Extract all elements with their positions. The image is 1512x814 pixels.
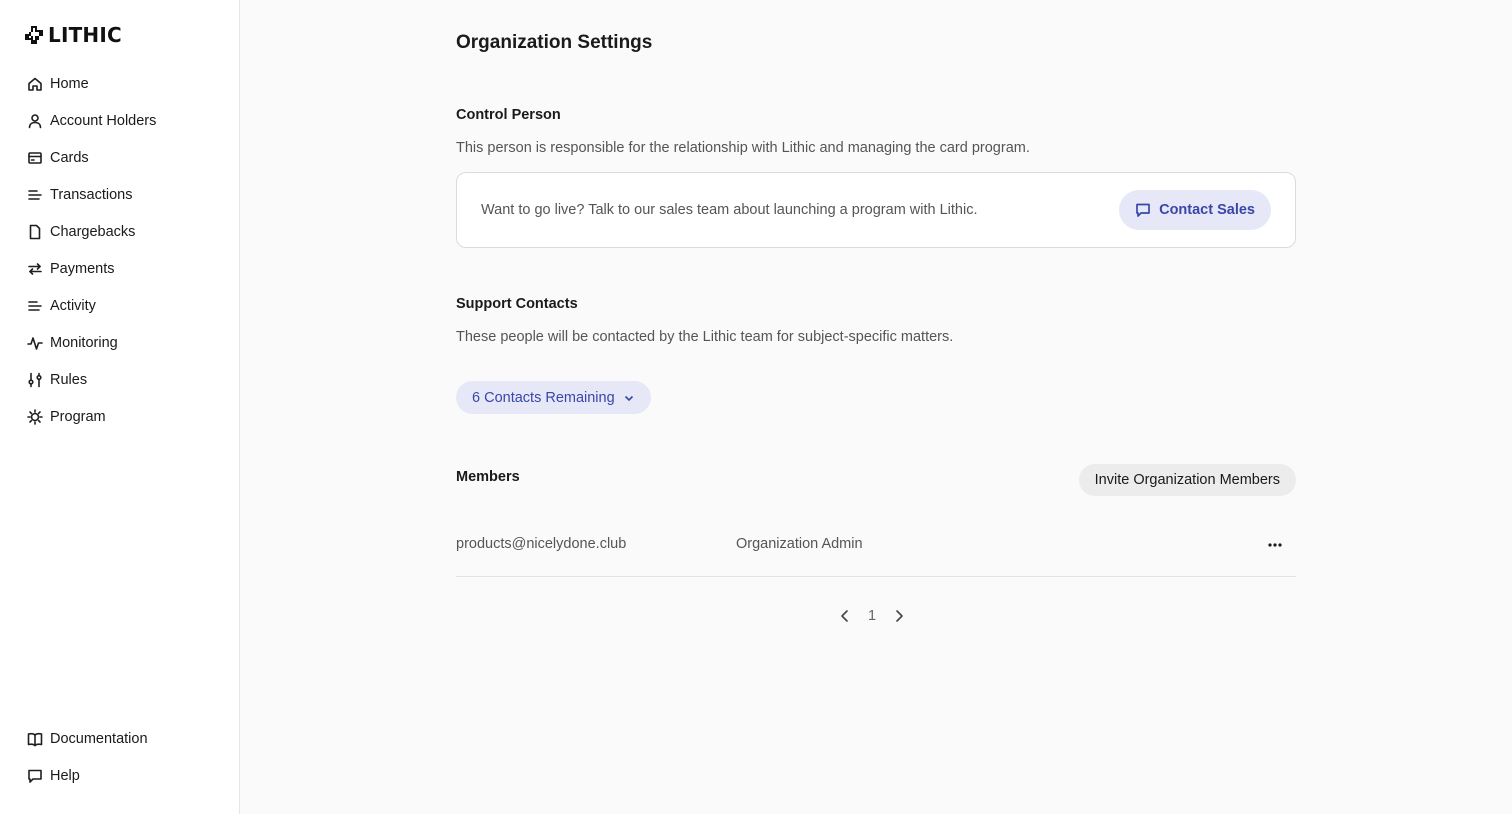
more-horizontal-icon bbox=[1268, 543, 1282, 547]
go-live-text: Want to go live? Talk to our sales team … bbox=[481, 202, 978, 218]
invite-members-button[interactable]: Invite Organization Members bbox=[1078, 464, 1296, 496]
sidebar: LITHIC Home Account Holders Cards Transa… bbox=[0, 0, 240, 814]
sidebar-item-transactions[interactable]: Transactions bbox=[18, 176, 228, 213]
member-role: Organization Admin bbox=[736, 536, 863, 552]
list-icon bbox=[26, 186, 44, 204]
table-row: products@nicelydone.club Organization Ad… bbox=[456, 522, 1296, 577]
control-person-title: Control Person bbox=[456, 107, 561, 123]
pulse-icon bbox=[26, 334, 44, 352]
sidebar-item-label: Cards bbox=[50, 149, 89, 166]
contacts-remaining-label: 6 Contacts Remaining bbox=[472, 389, 615, 406]
sidebar-item-label: Activity bbox=[50, 297, 96, 314]
current-page-number[interactable]: 1 bbox=[868, 608, 876, 624]
go-live-callout: Want to go live? Talk to our sales team … bbox=[456, 172, 1296, 248]
gear-icon bbox=[26, 408, 44, 426]
logo[interactable]: LITHIC bbox=[24, 23, 122, 47]
sidebar-item-label: Chargebacks bbox=[50, 223, 136, 240]
member-email: products@nicelydone.club bbox=[456, 536, 627, 552]
sidebar-item-label: Help bbox=[50, 767, 80, 784]
document-icon bbox=[26, 223, 44, 241]
contacts-remaining-dropdown[interactable]: 6 Contacts Remaining bbox=[456, 381, 651, 414]
contact-sales-label: Contact Sales bbox=[1159, 202, 1255, 218]
sidebar-item-payments[interactable]: Payments bbox=[18, 250, 228, 287]
sidebar-item-label: Monitoring bbox=[50, 334, 118, 351]
sidebar-item-help[interactable]: Help bbox=[18, 757, 228, 794]
list-icon bbox=[26, 297, 44, 315]
sidebar-item-cards[interactable]: Cards bbox=[18, 139, 228, 176]
lithic-logo-icon bbox=[25, 26, 43, 44]
chevron-right-icon bbox=[896, 610, 903, 622]
sidebar-item-label: Rules bbox=[50, 371, 88, 388]
book-icon bbox=[26, 730, 44, 748]
chevron-down-icon bbox=[624, 395, 633, 401]
contact-sales-button[interactable]: Contact Sales bbox=[1119, 190, 1271, 230]
card-icon bbox=[26, 149, 44, 167]
sidebar-item-label: Account Holders bbox=[50, 112, 157, 129]
page-title: Organization Settings bbox=[456, 32, 653, 53]
members-title: Members bbox=[456, 469, 520, 485]
chevron-left-icon bbox=[841, 610, 848, 622]
home-icon bbox=[26, 75, 44, 93]
sidebar-item-label: Transactions bbox=[50, 186, 133, 203]
chat-icon bbox=[1136, 203, 1150, 217]
support-contacts-description: These people will be contacted by the Li… bbox=[456, 329, 954, 345]
previous-page-button[interactable] bbox=[836, 604, 854, 628]
sidebar-bottom-nav: Documentation Help bbox=[18, 720, 228, 794]
more-options-button[interactable] bbox=[1264, 534, 1286, 556]
pagination: 1 bbox=[836, 604, 908, 628]
sidebar-nav: Home Account Holders Cards Transactions … bbox=[18, 65, 228, 435]
transfer-icon bbox=[26, 260, 44, 278]
user-icon bbox=[26, 112, 44, 130]
sidebar-item-program[interactable]: Program bbox=[18, 398, 228, 435]
control-person-description: This person is responsible for the relat… bbox=[456, 140, 1030, 156]
support-contacts-title: Support Contacts bbox=[456, 296, 578, 312]
sidebar-item-label: Documentation bbox=[50, 730, 148, 747]
sidebar-item-activity[interactable]: Activity bbox=[18, 287, 228, 324]
sidebar-item-label: Payments bbox=[50, 260, 115, 277]
sidebar-item-documentation[interactable]: Documentation bbox=[18, 720, 228, 757]
sidebar-item-chargebacks[interactable]: Chargebacks bbox=[18, 213, 228, 250]
sidebar-item-home[interactable]: Home bbox=[18, 65, 228, 102]
sidebar-item-rules[interactable]: Rules bbox=[18, 361, 228, 398]
brand-name: LITHIC bbox=[48, 23, 122, 47]
sidebar-item-monitoring[interactable]: Monitoring bbox=[18, 324, 228, 361]
sliders-icon bbox=[26, 371, 44, 389]
sidebar-item-label: Home bbox=[50, 75, 89, 92]
sidebar-item-account-holders[interactable]: Account Holders bbox=[18, 102, 228, 139]
sidebar-item-label: Program bbox=[50, 408, 106, 425]
next-page-button[interactable] bbox=[890, 604, 908, 628]
chat-icon bbox=[26, 767, 44, 785]
